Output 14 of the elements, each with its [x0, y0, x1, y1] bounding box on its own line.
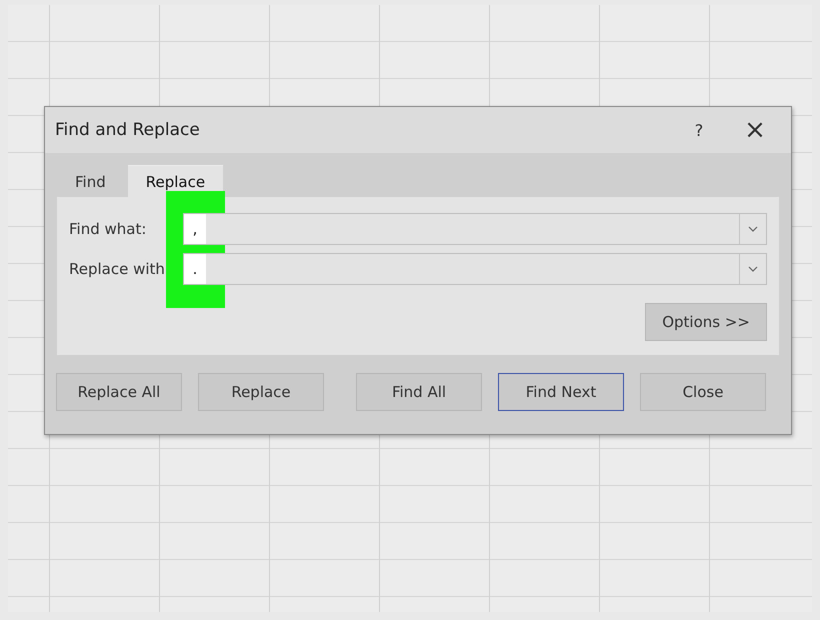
tab[interactable]: Find: [57, 165, 124, 197]
field-label: Find what:: [69, 220, 148, 238]
close-button[interactable]: ×: [727, 110, 783, 150]
action-button[interactable]: Find Next: [498, 373, 624, 411]
input-field[interactable]: ,: [183, 213, 767, 245]
action-button[interactable]: Replace All: [56, 373, 182, 411]
action-button[interactable]: Replace: [198, 373, 324, 411]
help-button[interactable]: ?: [671, 110, 727, 150]
field-label: Replace with: [69, 260, 166, 278]
window-title: Find and Replace: [55, 120, 201, 140]
input-field[interactable]: .: [183, 253, 767, 285]
action-button[interactable]: Find All: [356, 373, 482, 411]
options-button[interactable]: Options >>: [645, 303, 767, 341]
action-button[interactable]: Close: [640, 373, 766, 411]
